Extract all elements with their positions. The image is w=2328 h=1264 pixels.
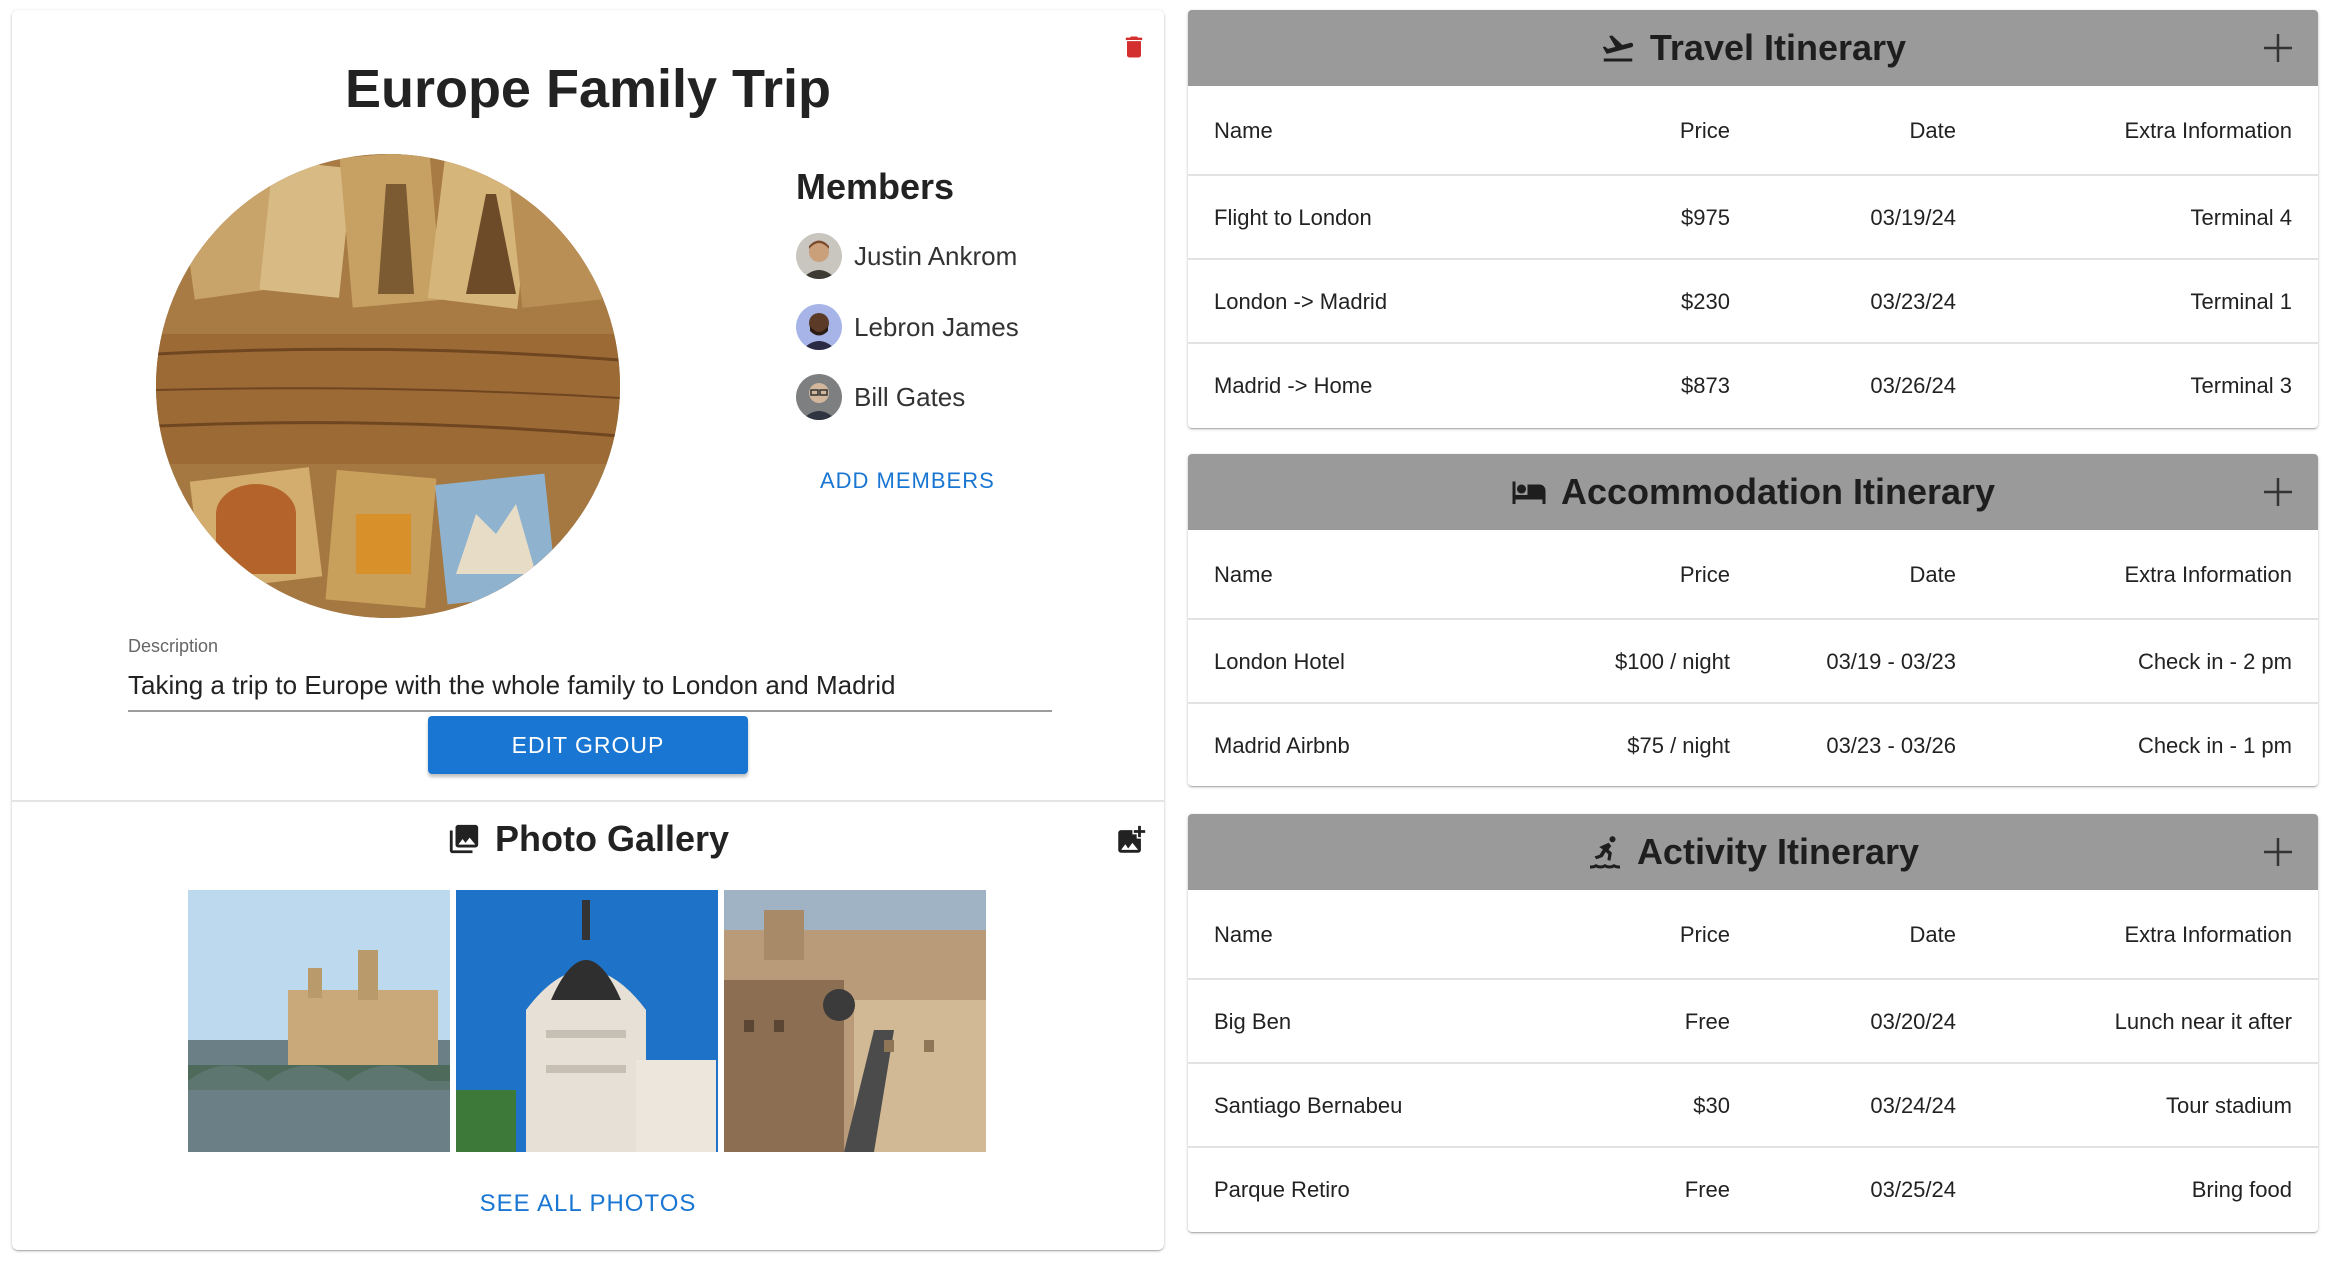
edit-group-button[interactable]: EDIT GROUP <box>428 716 748 774</box>
cell-price: $30 <box>1693 1093 1730 1118</box>
cell-name: Big Ben <box>1214 1009 1292 1034</box>
column-header: Extra Information <box>2124 562 2292 587</box>
cell-extra: Bring food <box>2191 1177 2292 1202</box>
itinerary-header: Travel Itinerary <box>1188 10 2318 86</box>
member-name: Lebron James <box>854 311 1019 342</box>
cell-price: $873 <box>1681 373 1730 398</box>
member-item: Bill Gates <box>796 373 965 421</box>
cell-name: London -> Madrid <box>1214 289 1388 314</box>
travel-itinerary-card: Travel Itinerary Name Price Date Extra I… <box>1188 10 2318 428</box>
group-card: Europe Family Trip Members Justin Ankrom… <box>12 10 1164 1250</box>
cell-date: 03/23/24 <box>1870 289 1956 314</box>
section-divider <box>12 800 1164 802</box>
column-header: Extra Information <box>2124 922 2292 947</box>
cell-date: 03/19/24 <box>1870 205 1956 230</box>
cell-extra: Check in - 2 pm <box>2137 649 2292 674</box>
cell-extra: Lunch near it after <box>2114 1009 2292 1034</box>
description-underline <box>128 710 1052 712</box>
cell-extra: Terminal 1 <box>2190 289 2292 314</box>
gallery-title: Photo Gallery <box>494 818 730 859</box>
cell-date: 03/25/24 <box>1870 1177 1956 1202</box>
itinerary-header: Activity Itinerary <box>1188 814 2318 890</box>
hotel-bed-icon <box>1512 481 1546 504</box>
cell-date: 03/24/24 <box>1870 1093 1956 1118</box>
member-item: Lebron James <box>796 303 1019 351</box>
column-header: Name <box>1214 118 1273 143</box>
cell-extra: Check in - 1 pm <box>2137 733 2292 758</box>
accommodation-itinerary-card: Accommodation Itinerary Name Price Date … <box>1188 454 2318 786</box>
table-row[interactable]: Madrid -> Home $873 03/26/24 Terminal 3 <box>1188 344 2318 428</box>
column-header: Name <box>1214 562 1273 587</box>
activity-itinerary-card: Activity Itinerary Name Price Date Extra… <box>1188 814 2318 1232</box>
cell-name: Santiago Bernabeu <box>1214 1093 1403 1118</box>
cell-price: $230 <box>1681 289 1730 314</box>
cell-date: 03/19 - 03/23 <box>1826 649 1956 674</box>
column-header: Price <box>1679 562 1730 587</box>
description-field[interactable]: Taking a trip to Europe with the whole f… <box>128 670 895 701</box>
gallery-photo[interactable] <box>456 890 718 1152</box>
cell-price: Free <box>1684 1009 1730 1034</box>
add-accommodation-icon[interactable] <box>2260 474 2296 510</box>
avatar <box>796 304 842 350</box>
photo-library-icon <box>449 824 479 854</box>
cell-date: 03/26/24 <box>1870 373 1956 398</box>
column-header: Name <box>1214 922 1273 947</box>
table-row[interactable]: London -> Madrid $230 03/23/24 Terminal … <box>1188 260 2318 344</box>
add-photo-icon[interactable] <box>1114 822 1148 858</box>
table-row[interactable]: Madrid Airbnb $75 / night 03/23 - 03/26 … <box>1188 704 2318 786</box>
itinerary-header: Accommodation Itinerary <box>1188 454 2318 530</box>
member-item: Justin Ankrom <box>796 232 1017 280</box>
itinerary-title: Activity Itinerary <box>1636 831 1920 872</box>
description-label: Description <box>128 636 219 656</box>
itinerary-title: Accommodation Itinerary <box>1560 471 1996 512</box>
table-row[interactable]: Flight to London $975 03/19/24 Terminal … <box>1188 176 2318 260</box>
cell-name: Parque Retiro <box>1214 1177 1350 1202</box>
gallery-header: Photo Gallery <box>12 818 1164 860</box>
gallery-photo[interactable] <box>724 890 986 1152</box>
add-travel-icon[interactable] <box>2260 30 2296 66</box>
members-title: Members <box>796 166 955 207</box>
cell-extra: Terminal 3 <box>2190 373 2292 398</box>
cell-price: $100 / night <box>1615 649 1730 674</box>
table-header-row: Name Price Date Extra Information <box>1188 530 2318 620</box>
cell-price: $975 <box>1681 205 1730 230</box>
cell-date: 03/20/24 <box>1870 1009 1956 1034</box>
add-members-button[interactable]: ADD MEMBERS <box>820 468 995 494</box>
cell-name: Madrid Airbnb <box>1214 733 1350 758</box>
table-row[interactable]: Parque Retiro Free 03/25/24 Bring food <box>1188 1148 2318 1232</box>
flight-takeoff-icon <box>1602 35 1634 62</box>
member-name: Justin Ankrom <box>854 240 1018 271</box>
cell-price: $75 / night <box>1627 733 1730 758</box>
see-all-photos-button[interactable]: SEE ALL PHOTOS <box>12 1190 1164 1218</box>
avatar <box>796 233 842 279</box>
cell-extra: Tour stadium <box>2166 1093 2292 1118</box>
avatar <box>796 374 842 420</box>
trip-title: Europe Family Trip <box>344 59 832 119</box>
column-header: Price <box>1679 118 1730 143</box>
surfing-icon <box>1589 836 1620 869</box>
column-header: Date <box>1909 562 1956 587</box>
table-row[interactable]: Santiago Bernabeu $30 03/24/24 Tour stad… <box>1188 1064 2318 1148</box>
cell-name: Flight to London <box>1214 205 1372 230</box>
column-header: Date <box>1909 118 1956 143</box>
column-header: Extra Information <box>2124 118 2292 143</box>
cell-name: Madrid -> Home <box>1214 373 1373 398</box>
cell-date: 03/23 - 03/26 <box>1826 733 1956 758</box>
column-header: Price <box>1679 922 1730 947</box>
table-row[interactable]: Big Ben Free 03/20/24 Lunch near it afte… <box>1188 980 2318 1064</box>
table-header-row: Name Price Date Extra Information <box>1188 86 2318 176</box>
cell-name: London Hotel <box>1214 649 1345 674</box>
cell-price: Free <box>1684 1177 1730 1202</box>
gallery-photo[interactable] <box>188 890 450 1152</box>
group-cover-image <box>156 154 620 618</box>
cell-extra: Terminal 4 <box>2190 205 2292 230</box>
itinerary-title: Travel Itinerary <box>1649 27 1907 68</box>
member-name: Bill Gates <box>854 381 966 412</box>
column-header: Date <box>1909 922 1956 947</box>
trash-icon[interactable] <box>1120 30 1148 64</box>
table-header-row: Name Price Date Extra Information <box>1188 890 2318 980</box>
add-activity-icon[interactable] <box>2260 834 2296 870</box>
table-row[interactable]: London Hotel $100 / night 03/19 - 03/23 … <box>1188 620 2318 704</box>
